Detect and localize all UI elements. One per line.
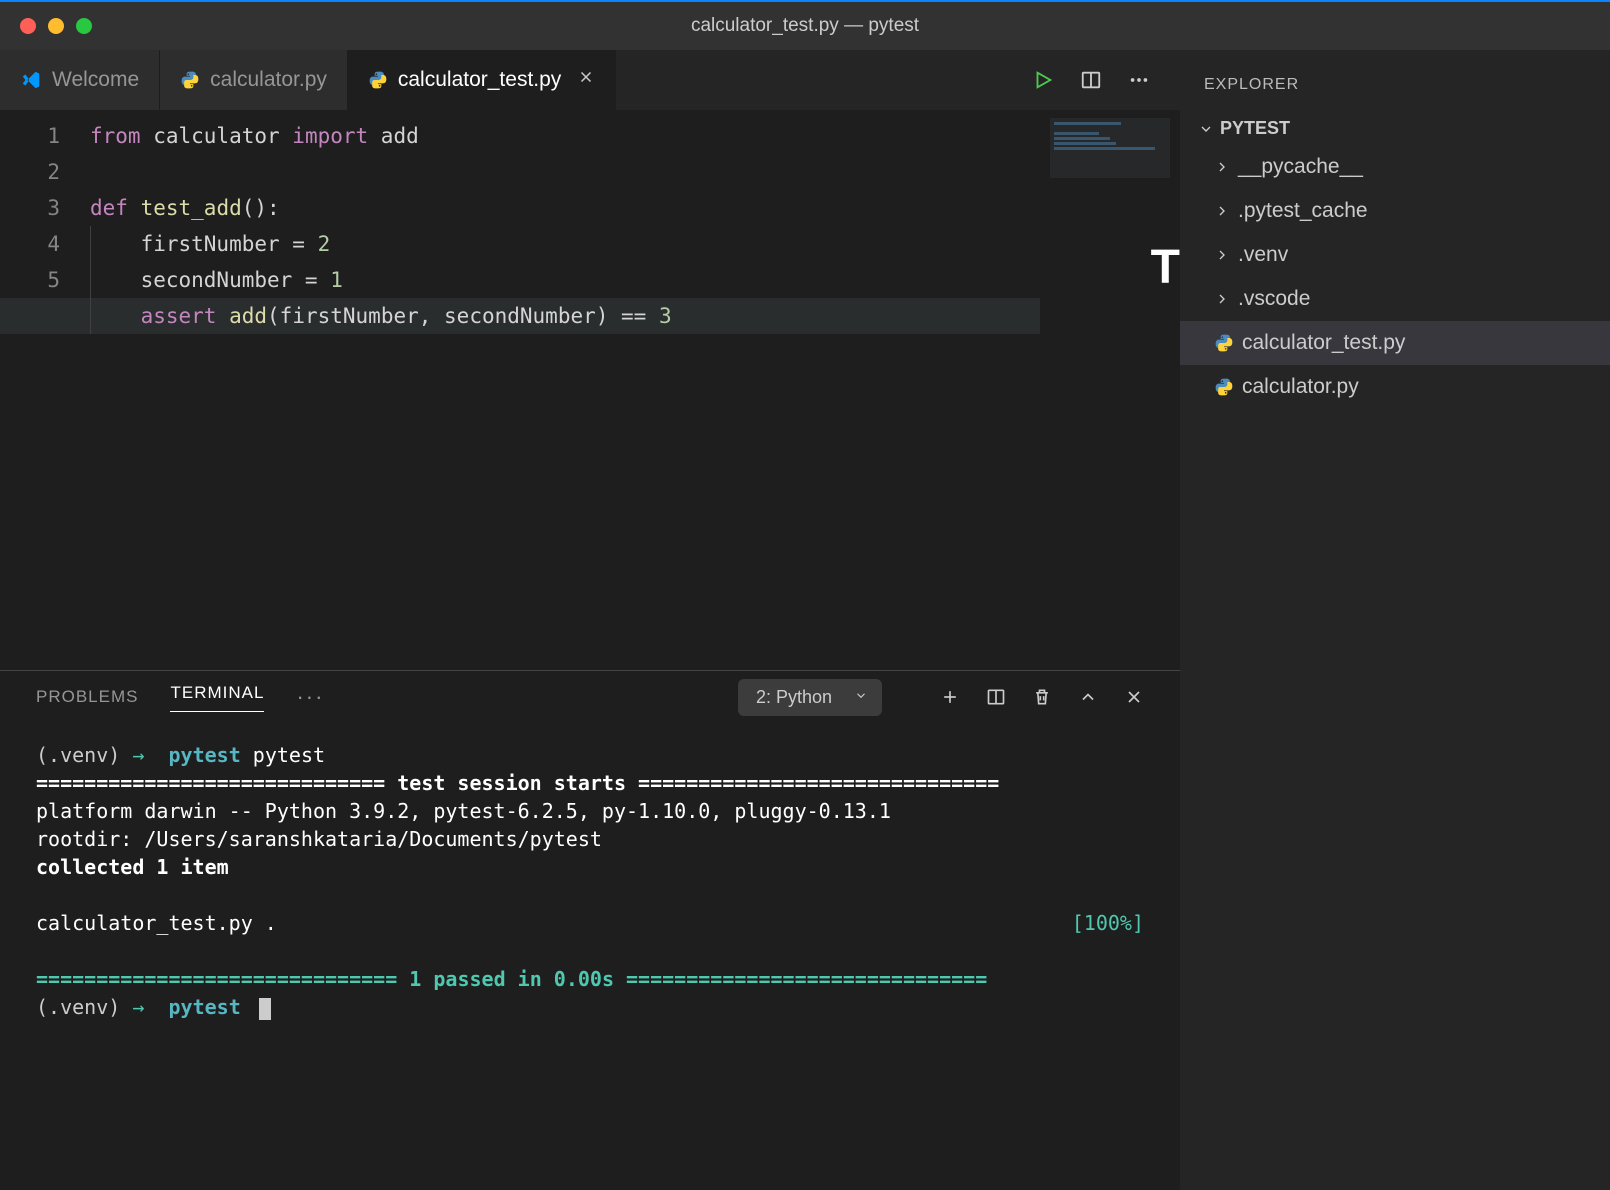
panel-tabs: PROBLEMS TERMINAL ··· 2: Python xyxy=(0,671,1180,723)
code-line[interactable]: def test_add(): xyxy=(90,190,1180,226)
sidebar-section-header[interactable]: PYTEST xyxy=(1180,112,1610,145)
terminal-selector[interactable]: 2: Python xyxy=(738,679,882,716)
split-editor-icon[interactable] xyxy=(1080,69,1102,91)
line-number: 5 xyxy=(0,262,60,298)
tree-item-label: __pycache__ xyxy=(1238,155,1363,179)
code-content[interactable]: from calculator import add def test_add()… xyxy=(90,110,1180,670)
tree-folder[interactable]: .vscode xyxy=(1180,277,1610,321)
tree-item-label: calculator_test.py xyxy=(1242,331,1405,355)
close-window-button[interactable] xyxy=(20,18,36,34)
python-icon xyxy=(1214,333,1234,353)
tab-label: calculator.py xyxy=(210,68,327,92)
run-icon[interactable] xyxy=(1032,69,1054,91)
chevron-down-icon xyxy=(854,687,868,708)
tab-calculator[interactable]: calculator.py xyxy=(160,50,348,110)
sidebar-title: EXPLORER xyxy=(1180,70,1610,112)
window-title: calculator_test.py — pytest xyxy=(691,15,919,37)
kill-terminal-icon[interactable] xyxy=(1032,687,1052,707)
code-line[interactable]: assert add(firstNumber, secondNumber) ==… xyxy=(90,298,1180,334)
close-panel-icon[interactable] xyxy=(1124,687,1144,707)
code-line[interactable]: firstNumber = 2 xyxy=(90,226,1180,262)
chevron-right-icon xyxy=(1214,291,1230,307)
line-number: 2 xyxy=(0,154,60,190)
tree-folder[interactable]: __pycache__ xyxy=(1180,145,1610,189)
section-label: PYTEST xyxy=(1220,118,1290,139)
bottom-panel: PROBLEMS TERMINAL ··· 2: Python xyxy=(0,670,1180,1190)
file-tree: __pycache__ .pytest_cache .venv .vscode calc… xyxy=(1180,145,1610,409)
explorer-sidebar: EXPLORER PYTEST __pycache__ .pytest_cache… xyxy=(1180,50,1610,1190)
line-number: 4 xyxy=(0,226,60,262)
maximize-window-button[interactable] xyxy=(76,18,92,34)
tab-welcome[interactable]: Welcome xyxy=(0,50,160,110)
chevron-right-icon xyxy=(1214,247,1230,263)
panel-tab-problems[interactable]: PROBLEMS xyxy=(36,687,138,707)
line-gutter: 1 2 3 4 5 6 xyxy=(0,110,90,670)
line-number: 1 xyxy=(0,118,60,154)
python-icon xyxy=(1214,377,1234,397)
minimap[interactable] xyxy=(1050,118,1170,178)
split-terminal-icon[interactable] xyxy=(986,687,1006,707)
tab-calculator-test[interactable]: calculator_test.py xyxy=(348,50,616,110)
terminal-output[interactable]: (.venv) → pytest pytest ================… xyxy=(0,723,1180,1190)
code-line[interactable]: from calculator import add xyxy=(90,118,1180,154)
new-terminal-icon[interactable] xyxy=(940,687,960,707)
tab-label: calculator_test.py xyxy=(398,68,561,92)
tab-label: Welcome xyxy=(52,68,139,92)
chevron-down-icon xyxy=(1198,121,1214,137)
panel-more-icon[interactable]: ··· xyxy=(296,684,324,710)
tree-item-label: .pytest_cache xyxy=(1238,199,1368,223)
code-editor[interactable]: 1 2 3 4 5 6 from calculator import add de… xyxy=(0,110,1180,670)
tree-file[interactable]: calculator_test.py xyxy=(1180,321,1610,365)
overlay-letter: T xyxy=(1151,250,1180,286)
python-icon xyxy=(368,70,388,90)
terminal-selector-label: 2: Python xyxy=(756,687,832,707)
tree-item-label: .vscode xyxy=(1238,287,1310,311)
traffic-lights xyxy=(0,18,92,34)
editor-tabs-bar: Welcome calculator.py calculator_test.py xyxy=(0,50,1180,110)
terminal-cursor xyxy=(259,998,271,1020)
close-tab-icon[interactable] xyxy=(577,68,595,92)
tree-item-label: calculator.py xyxy=(1242,375,1359,399)
tree-folder[interactable]: .pytest_cache xyxy=(1180,189,1610,233)
python-icon xyxy=(180,70,200,90)
tree-file[interactable]: calculator.py xyxy=(1180,365,1610,409)
vscode-icon xyxy=(20,69,42,91)
more-actions-icon[interactable] xyxy=(1128,69,1150,91)
code-line[interactable]: secondNumber = 1 xyxy=(90,262,1180,298)
minimize-window-button[interactable] xyxy=(48,18,64,34)
maximize-panel-icon[interactable] xyxy=(1078,687,1098,707)
chevron-right-icon xyxy=(1214,203,1230,219)
chevron-right-icon xyxy=(1214,159,1230,175)
tree-item-label: .venv xyxy=(1238,243,1288,267)
line-number: 3 xyxy=(0,190,60,226)
tree-folder[interactable]: .venv xyxy=(1180,233,1610,277)
panel-tab-terminal[interactable]: TERMINAL xyxy=(170,683,264,712)
titlebar: calculator_test.py — pytest xyxy=(0,0,1610,50)
code-line[interactable] xyxy=(90,154,1180,190)
